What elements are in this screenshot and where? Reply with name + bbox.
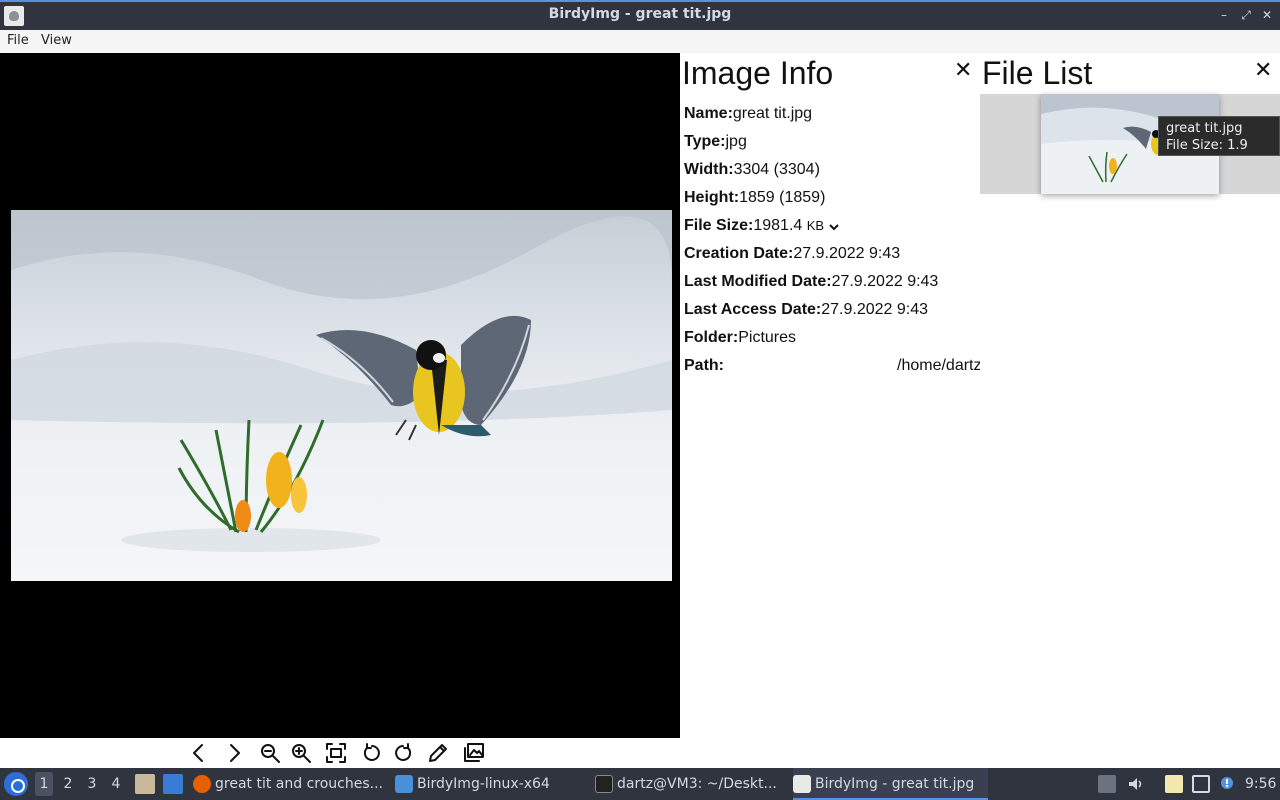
- window-title: BirdyImg - great tit.jpg: [548, 6, 732, 22]
- rotate-right-icon: [395, 743, 412, 761]
- pencil-icon: [429, 744, 447, 762]
- chevron-down-icon: [829, 223, 839, 230]
- next-image-button[interactable]: [222, 741, 248, 765]
- info-row-last-modified-date: Last Modified Date:27.9.2022 9:43: [684, 273, 939, 290]
- info-row-path: Path: /home/dartz: [684, 357, 980, 374]
- eject-icon[interactable]: [1098, 775, 1116, 793]
- image-info-heading: Image Info: [682, 55, 834, 91]
- notification-icon[interactable]: [1218, 775, 1236, 793]
- info-row-creation-date: Creation Date:27.9.2022 9:43: [684, 245, 901, 262]
- previous-image-button[interactable]: [187, 741, 213, 765]
- zoom-in-icon: [292, 744, 311, 763]
- folder-icon: [395, 775, 413, 793]
- info-row-height: Height:1859 (1859): [684, 189, 826, 206]
- info-row-type: Type:jpg: [684, 133, 747, 150]
- maximize-button[interactable]: ⤢: [1238, 7, 1254, 23]
- title-bar: BirdyImg - great tit.jpg – ⤢ ✕: [0, 0, 1280, 30]
- close-info-panel-button[interactable]: ✕: [954, 57, 972, 83]
- network-icon[interactable]: [1192, 775, 1210, 793]
- info-row-folder: Folder:Pictures: [684, 329, 797, 346]
- taskbar: 1 2 3 4 great tit and crouches... BirdyI…: [0, 768, 1280, 800]
- info-row-file-size: File Size:1981.4 KB: [684, 217, 840, 235]
- thumbnail-tooltip: great tit.jpg File Size: 1.9 MB: [1158, 116, 1280, 170]
- task-terminal[interactable]: dartz@VM3: ~/Deskt...: [595, 768, 788, 800]
- tooltip-file-name: great tit.jpg: [1166, 121, 1243, 136]
- info-row-name: Name:great tit.jpg: [684, 105, 813, 122]
- minimize-button[interactable]: –: [1216, 7, 1232, 23]
- workspace-2[interactable]: 2: [59, 776, 77, 792]
- zoom-in-button[interactable]: [289, 741, 315, 765]
- rotate-left-icon: [363, 743, 380, 761]
- tooltip-file-size: File Size: 1.9 MB: [1166, 138, 1248, 170]
- rotate-right-button[interactable]: [391, 741, 417, 765]
- desktop-launcher-icon[interactable]: [163, 774, 183, 794]
- info-row-last-access-date: Last Access Date:27.9.2022 9:43: [684, 301, 929, 318]
- terminal-icon: [595, 775, 613, 793]
- menu-file[interactable]: File: [7, 33, 29, 48]
- workspace-3[interactable]: 3: [83, 776, 101, 792]
- file-manager-launcher-icon[interactable]: [135, 774, 155, 794]
- viewer-toolbar: [0, 738, 1280, 768]
- photo-great-tit: [11, 210, 672, 581]
- birdyimg-icon: [793, 775, 811, 793]
- close-file-list-button[interactable]: ✕: [1254, 57, 1272, 83]
- workspace-4[interactable]: 4: [107, 776, 125, 792]
- path-value: /home/dartz: [897, 357, 980, 374]
- edit-button[interactable]: [426, 741, 452, 765]
- image-viewer[interactable]: [0, 53, 680, 738]
- clipboard-icon[interactable]: [1165, 775, 1183, 793]
- fit-screen-icon: [326, 743, 346, 763]
- image-info-panel: Image Info ✕ Name:great tit.jpg Type:jpg…: [680, 53, 980, 738]
- file-list-heading: File List: [982, 55, 1093, 91]
- gallery-icon: [464, 743, 484, 762]
- gallery-button[interactable]: [462, 741, 488, 765]
- workspace-1[interactable]: 1: [35, 772, 53, 796]
- menu-view[interactable]: View: [41, 33, 72, 48]
- chevron-right-icon: [230, 744, 240, 762]
- zoom-out-icon: [261, 744, 280, 763]
- file-size-unit-select[interactable]: KB: [807, 218, 840, 233]
- rotate-left-button[interactable]: [360, 741, 386, 765]
- task-firefox[interactable]: great tit and crouches...: [193, 768, 389, 800]
- task-file-manager[interactable]: BirdyImg-linux-x64: [395, 768, 590, 800]
- clock: 9:56: [1245, 776, 1277, 792]
- firefox-icon: [193, 775, 211, 793]
- volume-icon[interactable]: [1127, 775, 1145, 793]
- fit-to-window-button[interactable]: [324, 741, 350, 765]
- info-row-width: Width:3304 (3304): [684, 161, 820, 178]
- close-window-button[interactable]: ✕: [1259, 7, 1275, 23]
- menu-bar: File View: [0, 30, 1280, 53]
- start-menu-icon[interactable]: [4, 772, 28, 796]
- task-birdyimg[interactable]: BirdyImg - great tit.jpg: [793, 768, 988, 800]
- zoom-out-button[interactable]: [258, 741, 284, 765]
- chevron-left-icon: [193, 744, 203, 762]
